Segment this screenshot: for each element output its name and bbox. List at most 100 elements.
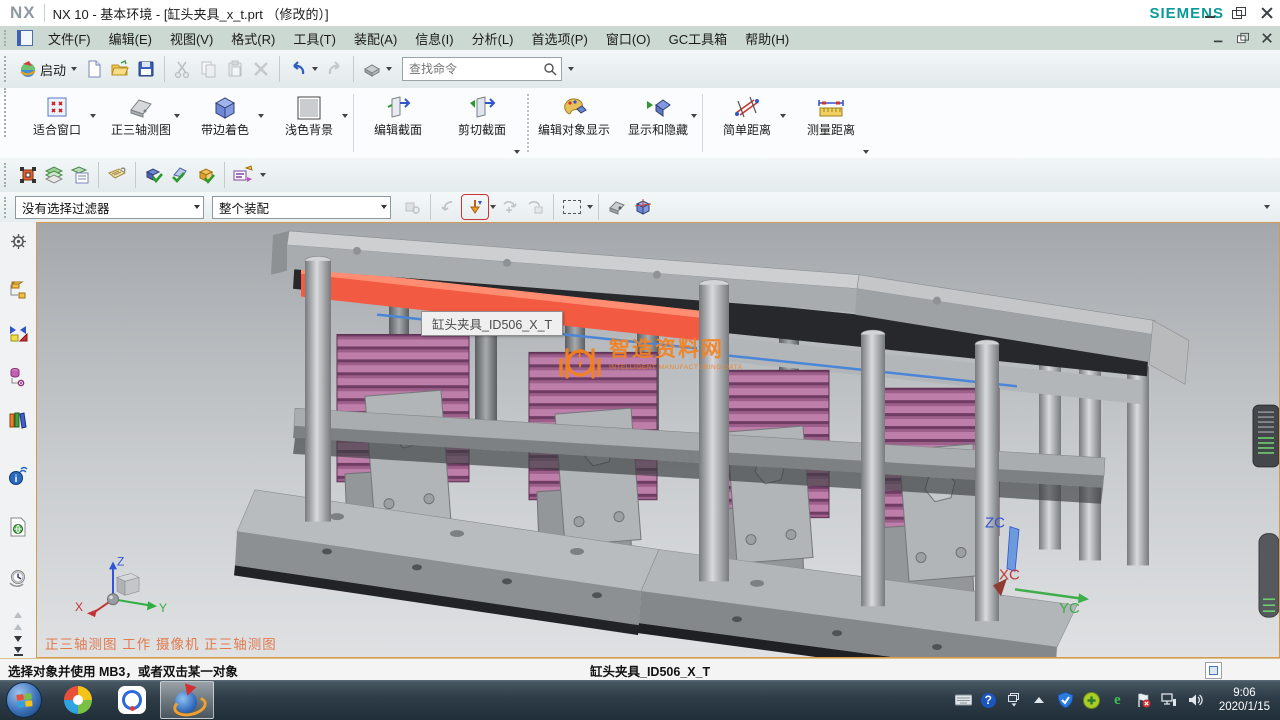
security-shield-icon[interactable] <box>1057 692 1074 709</box>
assistance-info-icon[interactable]: i <box>4 462 32 489</box>
mdi-close-button[interactable] <box>1261 33 1273 43</box>
chevron-down-icon[interactable] <box>514 150 520 154</box>
menu-tools[interactable]: 工具(T) <box>284 26 345 51</box>
render-style-button[interactable] <box>359 57 396 81</box>
menu-window[interactable]: 窗口(O) <box>597 26 660 51</box>
show-hide-button[interactable]: 显示和隐藏 <box>616 88 700 158</box>
menu-gc-toolbox[interactable]: GC工具箱 <box>660 26 737 51</box>
toolbar-grip[interactable] <box>4 163 11 187</box>
edit-section-button[interactable]: 编辑截面 <box>356 88 440 158</box>
menu-help[interactable]: 帮助(H) <box>736 26 798 51</box>
general-object-button[interactable] <box>604 195 630 219</box>
toolbar-grip[interactable] <box>527 94 529 152</box>
resource-scroll-up-icon[interactable] <box>4 610 32 622</box>
annotation-tag-button[interactable] <box>104 163 130 187</box>
work-region-icon[interactable] <box>1205 662 1222 679</box>
move-component-button[interactable] <box>167 163 193 187</box>
marquee-select-button[interactable] <box>559 195 585 219</box>
chevron-down-icon[interactable] <box>258 114 264 118</box>
menu-format[interactable]: 格式(R) <box>222 26 284 51</box>
menu-information[interactable]: 信息(I) <box>406 26 462 51</box>
copy-button[interactable] <box>196 57 222 81</box>
web-browser-icon[interactable] <box>4 513 32 540</box>
menu-analysis[interactable]: 分析(L) <box>463 26 523 51</box>
menu-view[interactable]: 视图(V) <box>161 26 222 51</box>
undo-button[interactable] <box>285 57 322 81</box>
simple-distance-button[interactable]: 简单距离 <box>705 88 789 158</box>
shaded-with-edges-button[interactable]: 带边着色 <box>183 88 267 158</box>
taskbar-browser-360[interactable] <box>52 682 104 718</box>
chevron-down-icon[interactable] <box>587 205 593 209</box>
constraint-navigator-icon[interactable] <box>4 320 32 347</box>
menu-preferences[interactable]: 首选项(P) <box>522 26 596 51</box>
chevron-down-icon[interactable] <box>863 150 869 154</box>
save-button[interactable] <box>133 57 159 81</box>
reuse-library-icon[interactable] <box>4 407 32 434</box>
resource-scroll-up2-icon[interactable] <box>4 621 32 633</box>
part-navigator-icon[interactable] <box>4 364 32 391</box>
light-background-button[interactable]: 浅色背景 <box>267 88 351 158</box>
roles-gear-icon[interactable] <box>4 228 32 255</box>
close-button[interactable] <box>1260 7 1274 19</box>
edit-attributes-button[interactable] <box>230 163 256 187</box>
edit-object-display-button[interactable]: 编辑对象显示 <box>532 88 616 158</box>
chevron-down-icon[interactable] <box>780 114 786 118</box>
measure-distance-button[interactable]: 测量距离 <box>789 88 873 158</box>
3d-model-canvas[interactable]: ZC XC YC Z <box>37 223 1279 657</box>
resource-scroll-down-icon[interactable] <box>4 633 32 645</box>
layer-settings-button[interactable] <box>67 163 93 187</box>
help-tray-icon[interactable]: ? <box>981 693 996 708</box>
mdi-restore-button[interactable] <box>1237 33 1249 43</box>
assembly-sequence-button[interactable] <box>193 163 219 187</box>
antivirus-plus-icon[interactable] <box>1083 692 1100 709</box>
cut-button[interactable] <box>170 57 196 81</box>
toolbar-grip[interactable] <box>4 197 11 218</box>
highlight-selection-button[interactable] <box>462 195 488 219</box>
resource-scroll-last-icon[interactable] <box>4 644 32 658</box>
menu-assemblies[interactable]: 装配(A) <box>345 26 406 51</box>
trimetric-view-button[interactable]: 正三轴测图 <box>99 88 183 158</box>
action-center-flag-icon[interactable] <box>1135 692 1152 709</box>
volume-icon[interactable] <box>1187 692 1204 709</box>
deselect-button[interactable] <box>522 195 548 219</box>
minimize-button[interactable] <box>1204 7 1218 19</box>
previous-selection-button[interactable] <box>436 195 462 219</box>
menu-edit[interactable]: 编辑(E) <box>100 26 161 51</box>
rotate-selection-button[interactable] <box>496 195 522 219</box>
browser-e-tray-icon[interactable]: e <box>1109 692 1126 709</box>
select-assembly-button[interactable] <box>399 195 425 219</box>
toolbar-grip[interactable] <box>4 30 11 47</box>
toolbar-grip[interactable] <box>4 56 11 83</box>
history-icon[interactable] <box>4 564 32 591</box>
show-hidden-icons[interactable] <box>1031 692 1048 709</box>
selection-scope-dropdown[interactable]: 整个装配 <box>212 196 391 219</box>
toolbar-overflow-chevron[interactable] <box>1264 205 1270 209</box>
restore-button[interactable] <box>1232 7 1246 19</box>
paste-button[interactable] <box>222 57 248 81</box>
delete-button[interactable] <box>248 57 274 81</box>
snap-point-button[interactable] <box>15 163 41 187</box>
keyboard-icon[interactable] <box>955 692 972 709</box>
solid-body-filter-button[interactable] <box>630 195 656 219</box>
toolbar-overflow-chevron[interactable] <box>260 173 266 177</box>
chevron-down-icon[interactable] <box>691 114 697 118</box>
taskbar-clock[interactable]: 9:06 2020/1/15 <box>1213 686 1270 714</box>
taskbar-netdisk-app[interactable] <box>106 682 158 718</box>
clip-section-button[interactable]: 剪切截面 <box>440 88 524 158</box>
network-icon[interactable] <box>1161 692 1178 709</box>
start-button[interactable] <box>6 682 42 718</box>
layer-stack-button[interactable] <box>41 163 67 187</box>
search-icon[interactable] <box>543 62 557 76</box>
search-options-chevron[interactable] <box>568 67 574 71</box>
chevron-down-icon[interactable] <box>174 114 180 118</box>
window-tray-icon[interactable] <box>1005 692 1022 709</box>
start-menu-button[interactable]: 启动 <box>15 57 81 82</box>
menu-file[interactable]: 文件(F) <box>39 26 100 51</box>
command-finder[interactable] <box>402 57 562 81</box>
assembly-constraints-button[interactable] <box>141 163 167 187</box>
toolbar-grip[interactable] <box>4 88 11 137</box>
chevron-down-icon[interactable] <box>342 114 348 118</box>
taskbar-nx-app[interactable] <box>160 681 214 719</box>
graphics-window[interactable]: ZC XC YC Z <box>36 222 1280 658</box>
search-input[interactable] <box>407 61 543 77</box>
